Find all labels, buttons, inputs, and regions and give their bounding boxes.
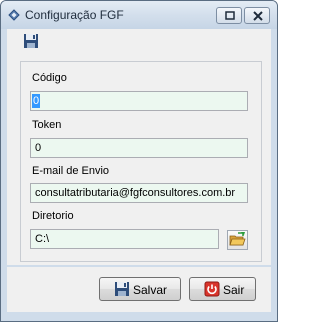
codigo-field[interactable]: 0: [30, 91, 248, 111]
restore-button[interactable]: [216, 7, 242, 24]
config-window: Configuração FGF Código 0 Token 0 E-mail…: [0, 0, 278, 322]
floppy-disk-icon: [115, 282, 129, 296]
diretorio-label: Diretorio: [32, 210, 74, 222]
toolbar: [7, 29, 271, 53]
title-bar[interactable]: Configuração FGF: [1, 1, 277, 29]
codigo-label: Código: [32, 72, 67, 84]
diretorio-field[interactable]: C:\: [30, 229, 219, 249]
close-icon: [253, 11, 263, 21]
sair-button[interactable]: Sair: [189, 277, 256, 301]
window-title: Configuração FGF: [25, 8, 124, 22]
token-label: Token: [32, 119, 62, 131]
app-diamond-icon: [8, 9, 20, 21]
salvar-button[interactable]: Salvar: [99, 277, 181, 301]
folder-open-icon: [229, 232, 246, 246]
restore-icon: [225, 11, 235, 20]
email-label: E-mail de Envio: [32, 165, 110, 177]
power-icon: [204, 281, 220, 297]
save-icon[interactable]: [23, 33, 39, 49]
email-field[interactable]: consultatributaria@fgfconsultores.com.br: [30, 183, 248, 203]
codigo-value: 0: [32, 94, 41, 108]
sair-label: Sair: [223, 283, 245, 297]
close-button[interactable]: [244, 7, 270, 24]
salvar-label: Salvar: [133, 283, 168, 297]
token-field[interactable]: 0: [30, 138, 248, 158]
browse-folder-button[interactable]: [227, 230, 248, 250]
